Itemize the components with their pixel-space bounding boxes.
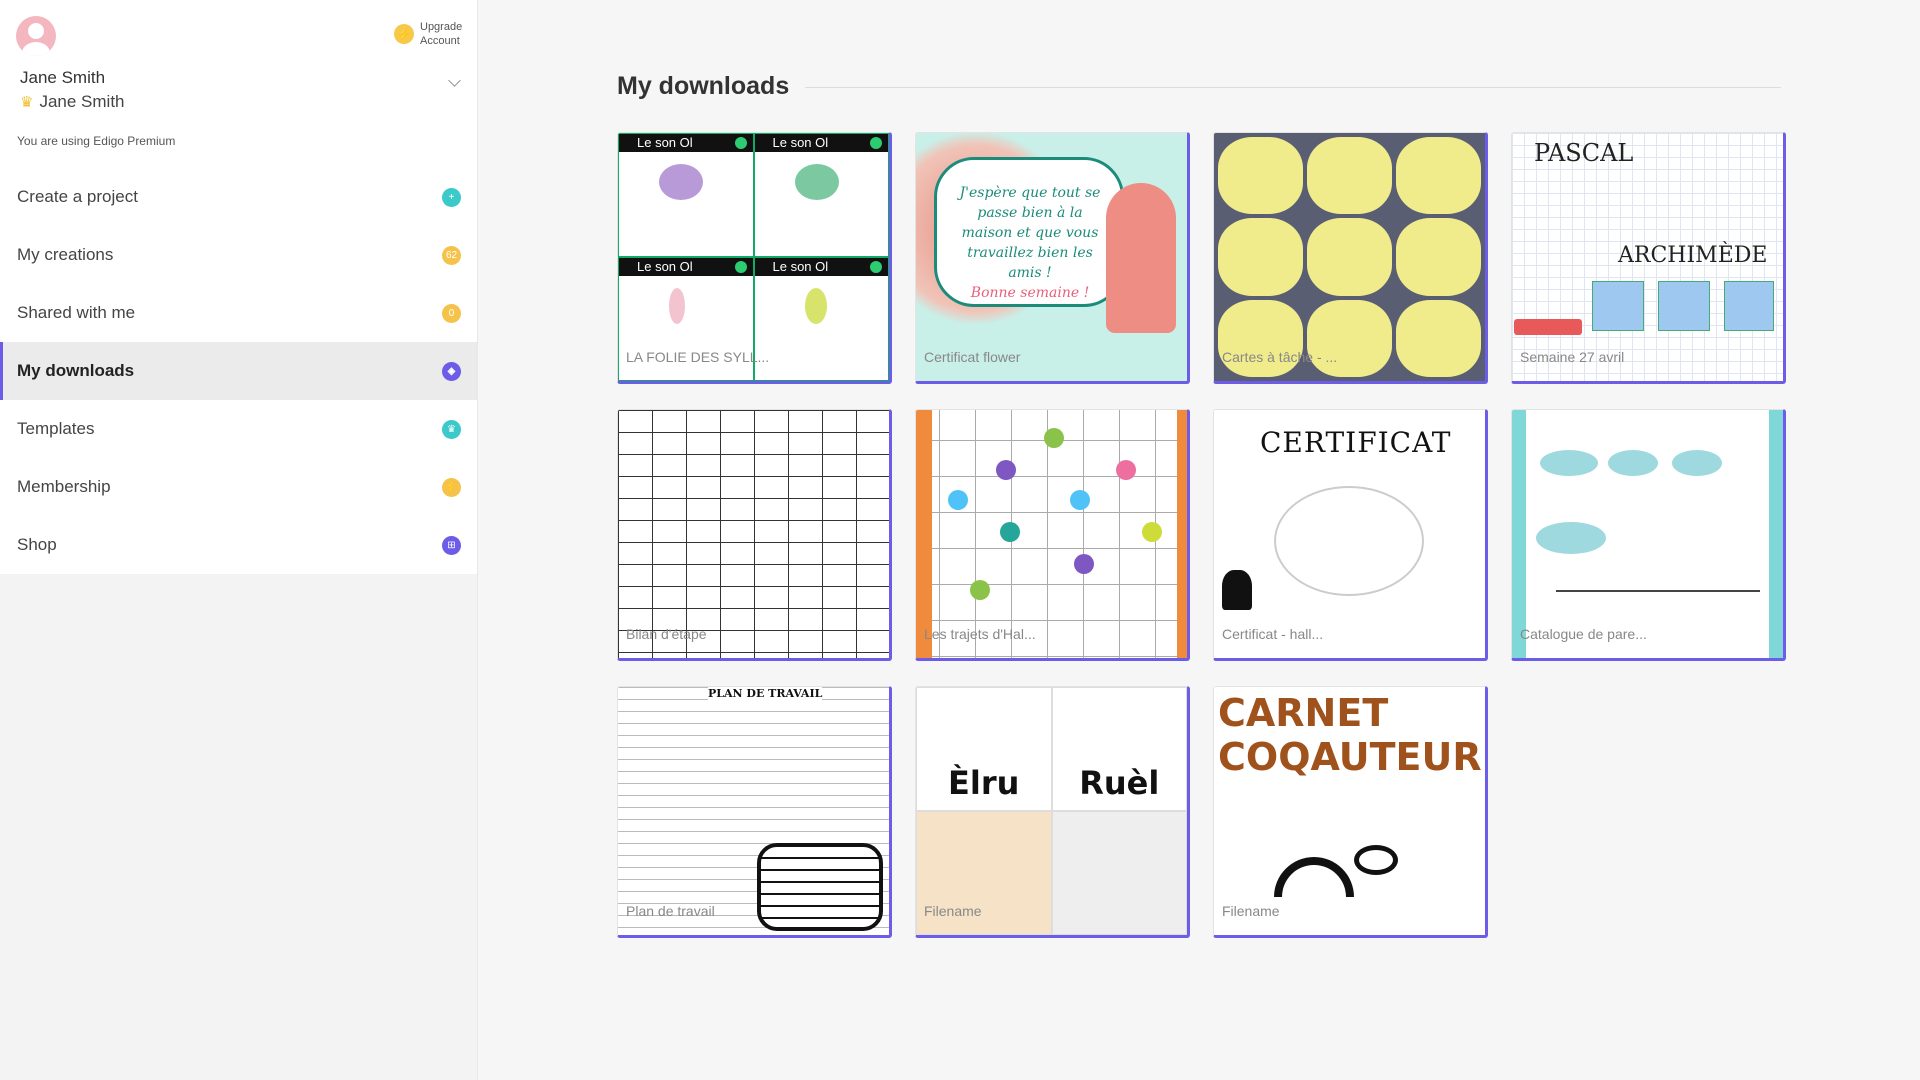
- download-card[interactable]: CARNET COQAUTEUR Filename: [1213, 686, 1488, 938]
- download-card[interactable]: J'espère que tout se passe bien à la mai…: [915, 132, 1190, 384]
- user-name: Jane Smith: [20, 68, 106, 87]
- sidebar-item-create-project[interactable]: Create a project +: [0, 168, 477, 226]
- upgrade-label: Upgrade Account: [420, 20, 464, 48]
- card-thumbnail: J'espère que tout se passe bien à la mai…: [916, 133, 1187, 381]
- download-card[interactable]: Les trajets d'Hal...: [915, 409, 1190, 661]
- sidebar-item-membership[interactable]: Membership ⚡: [0, 458, 477, 516]
- sidebar-item-templates[interactable]: Templates ♛: [0, 400, 477, 458]
- thumb-text: Bonne semaine !: [970, 285, 1090, 301]
- card-filename: Filename: [1222, 903, 1280, 919]
- download-card[interactable]: Catalogue de pare...: [1511, 409, 1786, 661]
- download-card[interactable]: Èlru Ruèl Filename: [915, 686, 1190, 938]
- sidebar-item-shared-with-me[interactable]: Shared with me 0: [0, 284, 477, 342]
- card-filename: Semaine 27 avril: [1520, 349, 1625, 365]
- thumb-text: PLAN DE TRAVAIL: [708, 687, 823, 700]
- sidebar-item-label: Membership: [17, 477, 111, 496]
- sidebar-item-label: Shop: [17, 535, 57, 554]
- card-filename: Filename: [924, 903, 982, 919]
- card-thumbnail: [618, 410, 889, 658]
- thumb-text: ARCHIMÈDE: [1618, 243, 1768, 268]
- thumb-text: Èlru: [916, 687, 1052, 811]
- card-thumbnail: [1214, 133, 1485, 381]
- card-filename: Plan de travail: [626, 903, 715, 919]
- sidebar-nav: Create a project + My creations 62 Share…: [0, 168, 477, 574]
- card-thumbnail: Le son Ol Le son Ol Le son Ol Le son Ol: [618, 133, 889, 381]
- upgrade-label-line2: Account: [420, 35, 460, 47]
- sidebar-item-label: Shared with me: [17, 303, 136, 322]
- count-badge: 0: [442, 303, 461, 323]
- card-thumbnail: Èlru Ruèl: [916, 687, 1187, 935]
- card-filename: Bilan d'étape: [626, 626, 707, 642]
- lightning-icon: ⚡: [442, 477, 461, 497]
- card-thumbnail: CERTIFICAT: [1214, 410, 1485, 658]
- download-card[interactable]: Cartes à tâche - ...: [1213, 132, 1488, 384]
- card-filename: Cartes à tâche - ...: [1222, 349, 1338, 365]
- chevron-down-icon[interactable]: [448, 74, 461, 87]
- title-divider: [805, 87, 1781, 88]
- page-title: My downloads: [617, 72, 790, 100]
- lightning-icon: ⚡: [394, 24, 414, 44]
- sidebar-item-label: Templates: [17, 419, 95, 438]
- sidebar-item-my-creations[interactable]: My creations 62: [0, 226, 477, 284]
- downloads-grid: Le son Ol Le son Ol Le son Ol Le son Ol …: [617, 132, 1786, 938]
- sidebar-item-my-downloads[interactable]: My downloads ◈: [0, 342, 477, 400]
- card-thumbnail: PASCAL ARCHIMÈDE: [1512, 133, 1783, 381]
- card-thumbnail: CARNET COQAUTEUR: [1214, 687, 1485, 935]
- download-card[interactable]: PASCAL ARCHIMÈDE Semaine 27 avril: [1511, 132, 1786, 384]
- crown-icon: ♛: [20, 94, 34, 111]
- sidebar-item-label: Create a project: [17, 187, 138, 206]
- count-badge: 62: [442, 245, 461, 265]
- profile-panel: ⚡ Upgrade Account Jane Smith ♛ Jane Smit…: [0, 0, 477, 168]
- card-filename: LA FOLIE DES SYLL...: [626, 349, 770, 365]
- card-thumbnail: [916, 410, 1187, 658]
- card-thumbnail: [1512, 410, 1783, 658]
- download-icon: ◈: [442, 361, 461, 381]
- account-switcher[interactable]: ♛ Jane Smith: [20, 92, 125, 112]
- sidebar: ⚡ Upgrade Account Jane Smith ♛ Jane Smit…: [0, 0, 478, 1080]
- thumb-text: Le son Ol: [772, 259, 829, 274]
- crown-icon: ♛: [442, 419, 461, 439]
- account-name: Jane Smith: [39, 92, 125, 111]
- thumb-text: PASCAL: [1534, 139, 1634, 167]
- avatar[interactable]: [16, 16, 56, 56]
- card-thumbnail: PLAN DE TRAVAIL: [618, 687, 889, 935]
- thumb-text: CERTIFICAT: [1260, 426, 1452, 459]
- plan-status: You are using Edigo Premium: [17, 134, 176, 148]
- card-filename: Catalogue de pare...: [1520, 626, 1647, 642]
- card-filename: Certificat flower: [924, 349, 1021, 365]
- card-filename: Les trajets d'Hal...: [924, 626, 1036, 642]
- download-card[interactable]: Le son Ol Le son Ol Le son Ol Le son Ol …: [617, 132, 892, 384]
- thumb-text: Ruèl: [1051, 687, 1187, 811]
- thumb-text: J'espère que tout se passe bien à la mai…: [959, 185, 1101, 281]
- sidebar-item-label: My downloads: [17, 361, 135, 380]
- plus-icon: +: [442, 187, 461, 207]
- download-card[interactable]: Bilan d'étape: [617, 409, 892, 661]
- upgrade-account-button[interactable]: ⚡ Upgrade Account: [394, 20, 464, 48]
- card-filename: Certificat - hall...: [1222, 626, 1324, 642]
- download-card[interactable]: PLAN DE TRAVAIL Plan de travail: [617, 686, 892, 938]
- cart-icon: ⊞: [442, 535, 461, 555]
- sidebar-item-shop[interactable]: Shop ⊞: [0, 516, 477, 574]
- upgrade-label-line1: Upgrade: [420, 21, 463, 33]
- download-card[interactable]: CERTIFICAT Certificat - hall...: [1213, 409, 1488, 661]
- sidebar-item-label: My creations: [17, 245, 114, 264]
- thumb-text: Le son Ol: [637, 259, 693, 274]
- thumb-text: CARNET COQAUTEUR: [1218, 691, 1482, 779]
- thumb-text: Le son Ol: [637, 135, 693, 150]
- thumb-text: Le son Ol: [772, 135, 829, 150]
